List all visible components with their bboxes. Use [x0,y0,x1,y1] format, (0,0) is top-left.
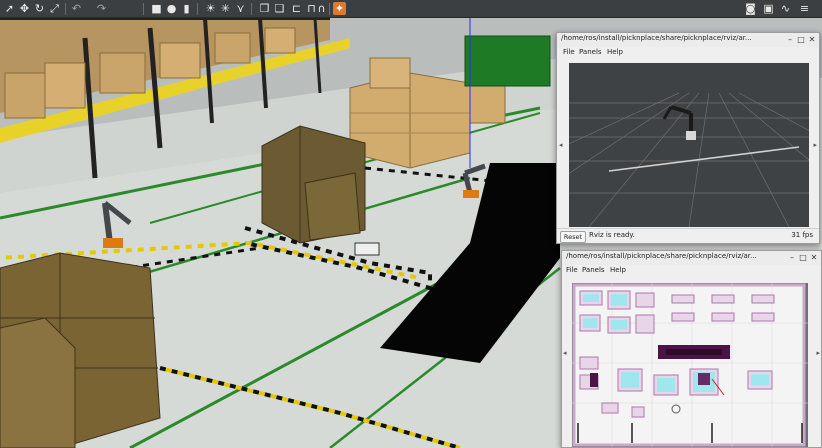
paste-icon[interactable]: ❏ [273,2,286,15]
move-icon[interactable]: ✥ [18,2,31,15]
map-maximize-icon[interactable]: □ [798,252,808,263]
map-left-arrow-icon[interactable]: ◂ [563,349,567,357]
menu-panels[interactable]: Panels [579,48,602,56]
point-light-icon[interactable]: ✳ [219,2,232,15]
align-icon[interactable]: ⊏ [290,2,303,15]
map-close-icon[interactable]: ✕ [809,252,819,263]
rviz-statusbar: Reset Rviz is ready. 31 fps [557,228,819,243]
map-window-title: /home/ros/install/picknplace/share/pickn… [566,252,757,260]
gazebo-toolbar: ➚ ✥ ↻ ⤢ ↶ ↷ ■ ● ▮ ☀ ✳ ⋎ ❐ ❏ ⊏ ⊓ ∩ ✦ ◙ ▣ … [0,0,822,18]
minimize-icon[interactable]: – [785,34,795,45]
rviz-menubar: File Panels Help [557,47,819,58]
status-text: Rviz is ready. [589,231,635,239]
sphere-shape-icon[interactable]: ● [165,2,178,15]
record-icon[interactable]: ▣ [762,2,775,15]
map-menubar: File Panels Help [562,265,821,276]
map-menu-panels[interactable]: Panels [582,266,605,274]
cursor-arrow-icon[interactable]: ➚ [3,2,16,15]
rviz-window-title: /home/ros/install/picknplace/share/pickn… [561,34,752,42]
box-shape-icon[interactable]: ■ [150,2,163,15]
headphones-icon[interactable]: ∩ [315,2,328,15]
scale-icon[interactable]: ⤢ [48,2,61,15]
occupancy-map [572,283,808,447]
reset-button[interactable]: Reset [560,231,586,243]
undo-icon[interactable]: ↶ [70,2,83,15]
occupancy-map-view[interactable] [572,283,808,447]
close-icon[interactable]: ✕ [807,34,817,45]
menu-icon[interactable]: ≡ [798,2,811,15]
rviz-robot-arm [662,105,696,140]
map-titlebar[interactable]: /home/ros/install/picknplace/share/pickn… [562,251,821,266]
graph-icon[interactable]: ∿ [779,2,792,15]
map-minimize-icon[interactable]: – [787,252,797,263]
map-menu-help[interactable]: Help [610,266,626,274]
orange-model-icon[interactable]: ✦ [333,2,346,15]
map-right-arrow-icon[interactable]: ▸ [816,349,820,357]
rviz-map-window[interactable]: /home/ros/install/picknplace/share/pickn… [561,250,822,448]
rviz-titlebar[interactable]: /home/ros/install/picknplace/share/pickn… [557,33,819,48]
rviz-grid [569,92,809,227]
menu-file[interactable]: File [563,48,575,56]
map-menu-file[interactable]: File [566,266,578,274]
left-panel-arrow-icon[interactable]: ◂ [559,141,563,149]
camera-icon[interactable]: ◙ [744,2,757,15]
copy-icon[interactable]: ❐ [258,2,271,15]
maximize-icon[interactable]: □ [796,34,806,45]
fps-readout: 31 fps [791,231,813,239]
spot-light-icon[interactable]: ⋎ [234,2,247,15]
redo-icon[interactable]: ↷ [95,2,108,15]
rotate-icon[interactable]: ↻ [33,2,46,15]
rviz-3d-view[interactable] [569,63,809,227]
cylinder-shape-icon[interactable]: ▮ [180,2,193,15]
rviz-window[interactable]: /home/ros/install/picknplace/share/pickn… [556,32,820,244]
menu-help[interactable]: Help [607,48,623,56]
right-panel-arrow-icon[interactable]: ▸ [813,141,817,149]
sun-light-icon[interactable]: ☀ [204,2,217,15]
